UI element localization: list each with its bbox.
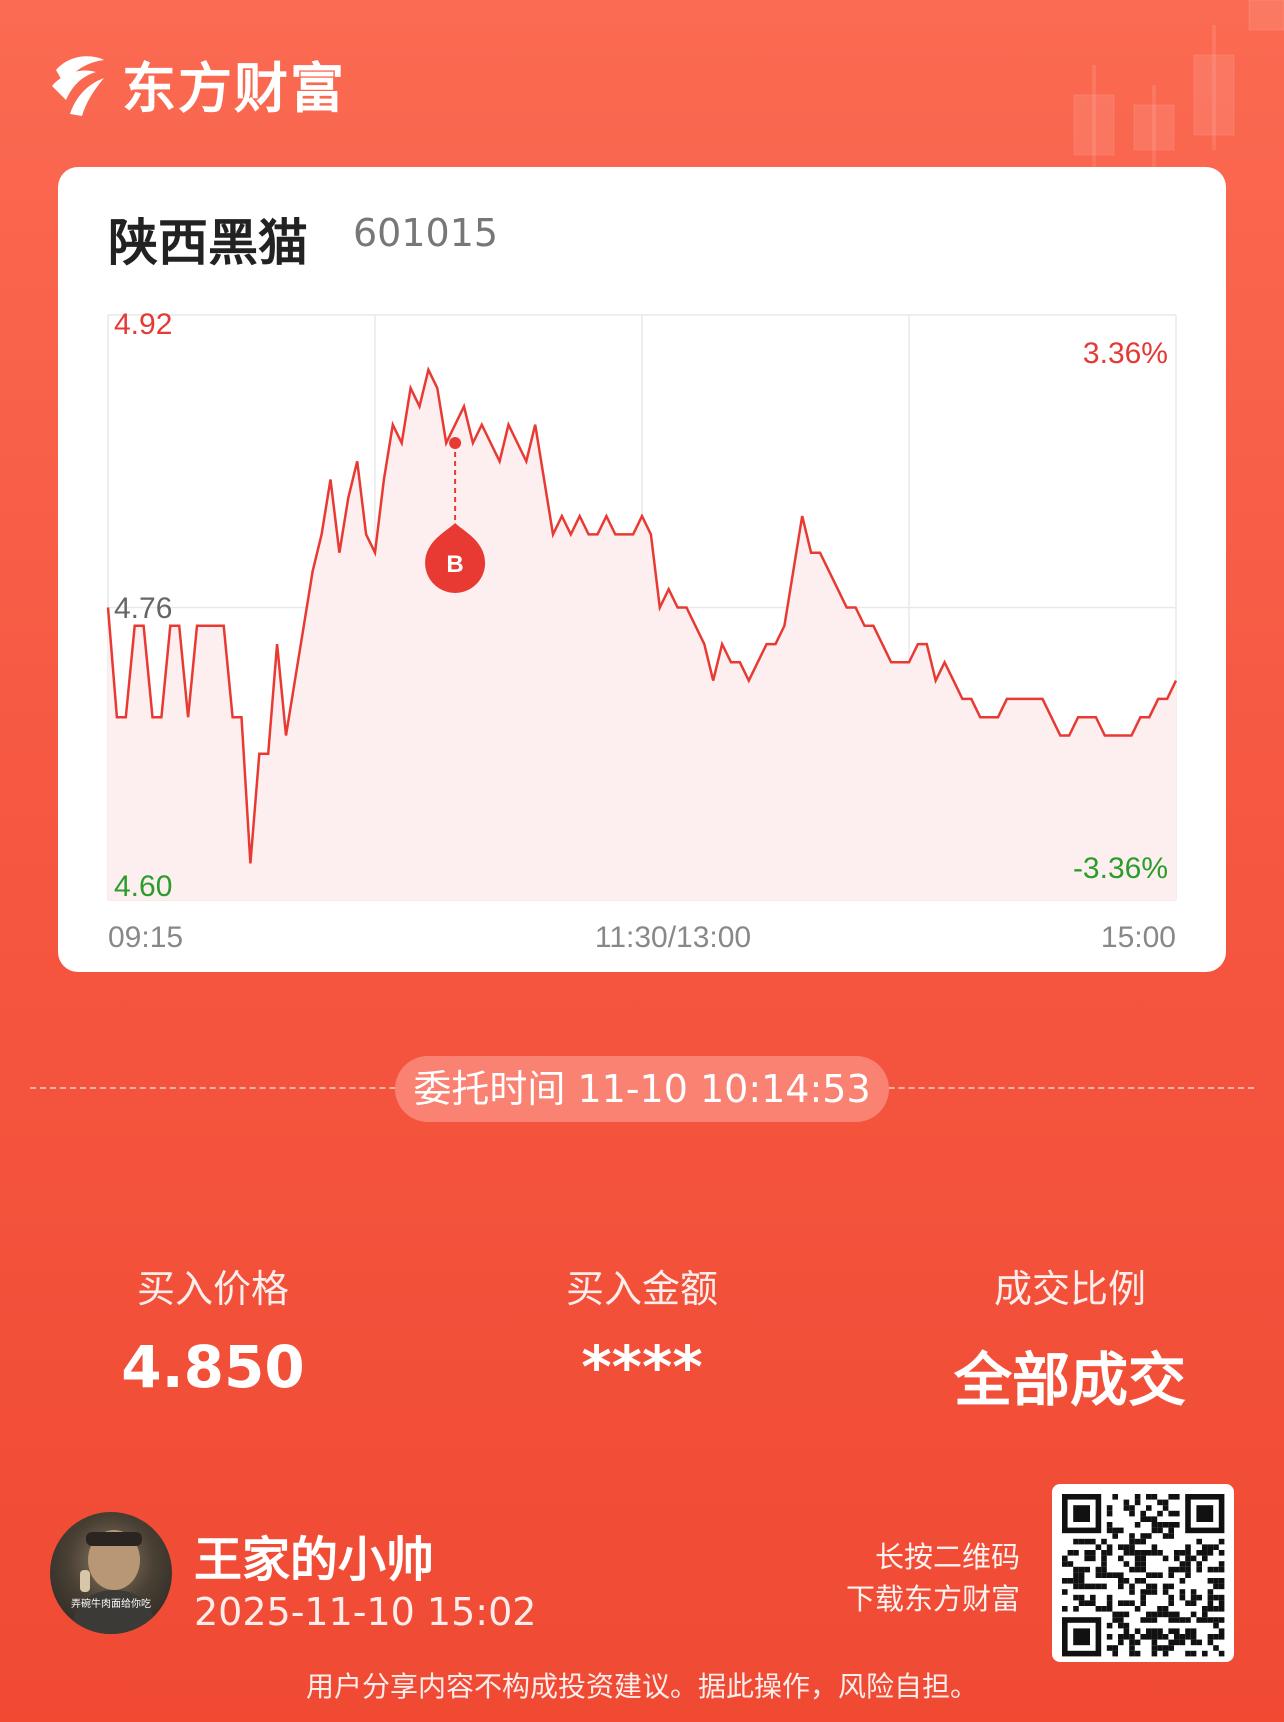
x-label-end: 15:00 <box>1101 921 1176 954</box>
user-name: 王家的小帅 <box>194 1532 435 1588</box>
stat-fill-ratio: 成交比例 全部成交 <box>920 1258 1220 1417</box>
order-time-pill: 委托时间 11-10 10:14:53 <box>395 1056 889 1122</box>
y-label-high: 4.92 <box>114 308 172 341</box>
stock-chart-card: 陕西黑猫 601015 B 4.92 4.76 4.60 3.36% -3.36… <box>58 167 1226 972</box>
stat-buy-price-label: 买入价格 <box>136 1267 289 1311</box>
buy-marker-label: B <box>446 551 463 578</box>
brand-logo: 东方财富 <box>48 44 346 123</box>
avatar-portrait-icon <box>70 1530 158 1634</box>
stat-buy-price: 买入价格 4.850 <box>63 1258 363 1401</box>
stat-buy-amount-value: **** <box>581 1333 703 1401</box>
y-label-low: 4.60 <box>114 870 172 903</box>
brand-name: 东方财富 <box>122 57 346 120</box>
user-avatar[interactable]: 弄碗牛肉面给你吃 <box>50 1512 172 1634</box>
pct-label-down: -3.36% <box>1073 852 1168 885</box>
qr-code-icon <box>1062 1494 1225 1657</box>
qr-hint: 长按二维码 下载东方财富 <box>820 1536 1020 1620</box>
qr-hint-line2: 下载东方财富 <box>845 1582 1020 1616</box>
stat-fill-ratio-label: 成交比例 <box>993 1267 1146 1311</box>
stat-buy-price-value: 4.850 <box>121 1333 305 1401</box>
stat-buy-amount-label: 买入金额 <box>565 1267 718 1311</box>
pct-label-up: 3.36% <box>1083 337 1168 370</box>
download-qr-code[interactable] <box>1052 1484 1234 1662</box>
disclaimer: 用户分享内容不构成投资建议。据此操作，风险自担。 <box>305 1670 978 1703</box>
stat-fill-ratio-value: 全部成交 <box>953 1346 1186 1414</box>
share-time: 2025-11-10 15:02 <box>194 1590 537 1634</box>
qr-hint-line1: 长按二维码 <box>874 1540 1020 1574</box>
x-label-start: 09:15 <box>108 921 183 954</box>
buy-marker-point <box>449 436 462 449</box>
stat-buy-amount: 买入金额 **** <box>492 1258 792 1401</box>
eastmoney-logo-icon <box>52 55 104 116</box>
intraday-price-chart: B 4.92 4.76 4.60 3.36% -3.36% 09:15 11:3… <box>106 308 1178 954</box>
x-label-mid: 11:30/13:00 <box>595 921 751 954</box>
order-time-label: 委托时间 <box>413 1067 566 1111</box>
avatar-caption: 弄碗牛肉面给你吃 <box>71 1599 151 1610</box>
y-label-mid: 4.76 <box>114 592 172 625</box>
order-time-value: 11-10 10:14:53 <box>577 1067 871 1111</box>
